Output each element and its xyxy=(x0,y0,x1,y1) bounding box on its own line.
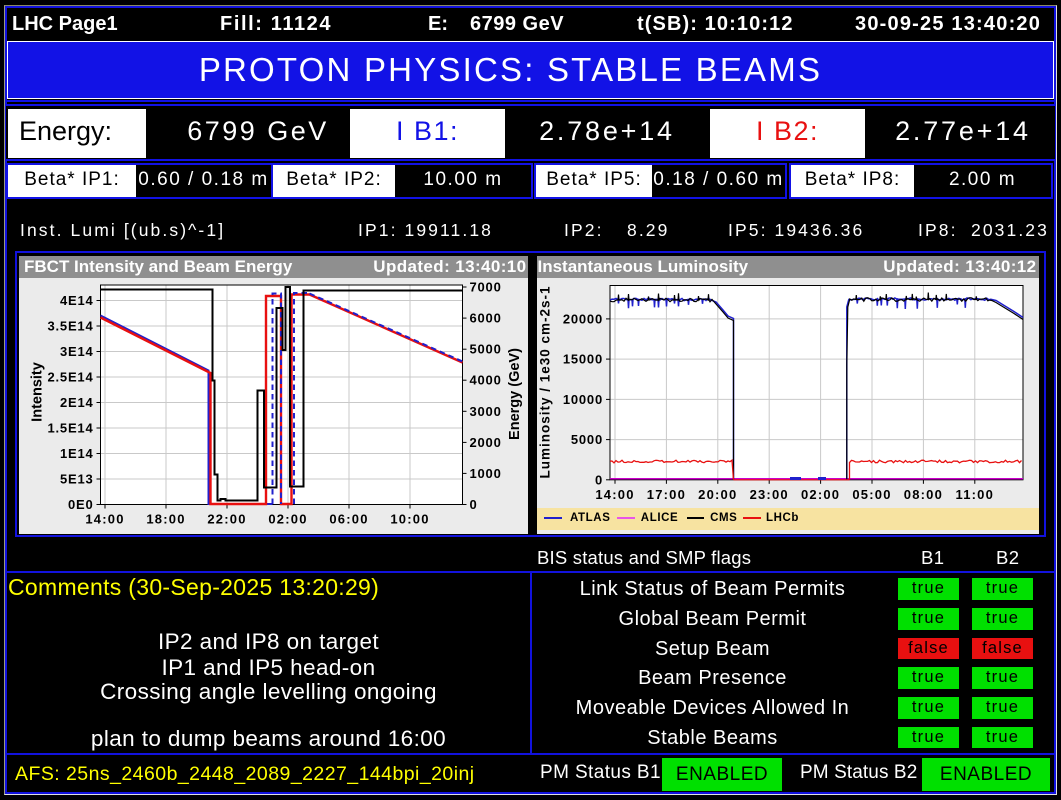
svg-text:14:00: 14:00 xyxy=(595,487,634,502)
svg-text:05:00: 05:00 xyxy=(852,487,891,502)
svg-text:10000: 10000 xyxy=(562,392,602,407)
svg-text:Energy (GeV): Energy (GeV) xyxy=(507,348,523,440)
svg-text:11:00: 11:00 xyxy=(955,487,994,502)
svg-text:4E14: 4E14 xyxy=(59,293,93,308)
svg-text:4000: 4000 xyxy=(469,373,501,388)
svg-text:3000: 3000 xyxy=(469,404,501,419)
svg-text:15000: 15000 xyxy=(562,352,602,367)
svg-text:Luminosity / 1e30 cm-2s-1: Luminosity / 1e30 cm-2s-1 xyxy=(537,285,552,478)
svg-text:Intensity: Intensity xyxy=(29,362,45,422)
svg-text:7000: 7000 xyxy=(469,280,501,295)
svg-text:3.5E14: 3.5E14 xyxy=(47,319,93,334)
svg-text:06:00: 06:00 xyxy=(329,512,368,527)
svg-text:6000: 6000 xyxy=(469,311,501,326)
svg-text:1000: 1000 xyxy=(469,466,501,481)
svg-text:0E0: 0E0 xyxy=(67,497,93,512)
svg-text:0: 0 xyxy=(469,497,477,512)
svg-text:20000: 20000 xyxy=(562,311,602,326)
svg-text:2E14: 2E14 xyxy=(59,395,93,410)
svg-text:1E14: 1E14 xyxy=(59,446,93,461)
svg-text:14:00: 14:00 xyxy=(85,512,124,527)
svg-text:0: 0 xyxy=(594,472,602,487)
svg-text:18:00: 18:00 xyxy=(146,512,185,527)
svg-text:2000: 2000 xyxy=(469,435,501,450)
svg-text:5000: 5000 xyxy=(469,342,501,357)
svg-text:02:00: 02:00 xyxy=(268,512,307,527)
svg-text:20:00: 20:00 xyxy=(698,487,737,502)
svg-text:08:00: 08:00 xyxy=(903,487,942,502)
svg-text:5000: 5000 xyxy=(570,432,602,447)
svg-text:3E14: 3E14 xyxy=(59,344,93,359)
svg-text:02:00: 02:00 xyxy=(800,487,839,502)
svg-text:2.5E14: 2.5E14 xyxy=(47,370,93,385)
svg-text:10:00: 10:00 xyxy=(390,512,429,527)
svg-text:1.5E14: 1.5E14 xyxy=(47,421,93,436)
svg-text:5E13: 5E13 xyxy=(59,472,93,487)
svg-text:23:00: 23:00 xyxy=(749,487,788,502)
svg-text:22:00: 22:00 xyxy=(207,512,246,527)
svg-text:17:00: 17:00 xyxy=(646,487,685,502)
